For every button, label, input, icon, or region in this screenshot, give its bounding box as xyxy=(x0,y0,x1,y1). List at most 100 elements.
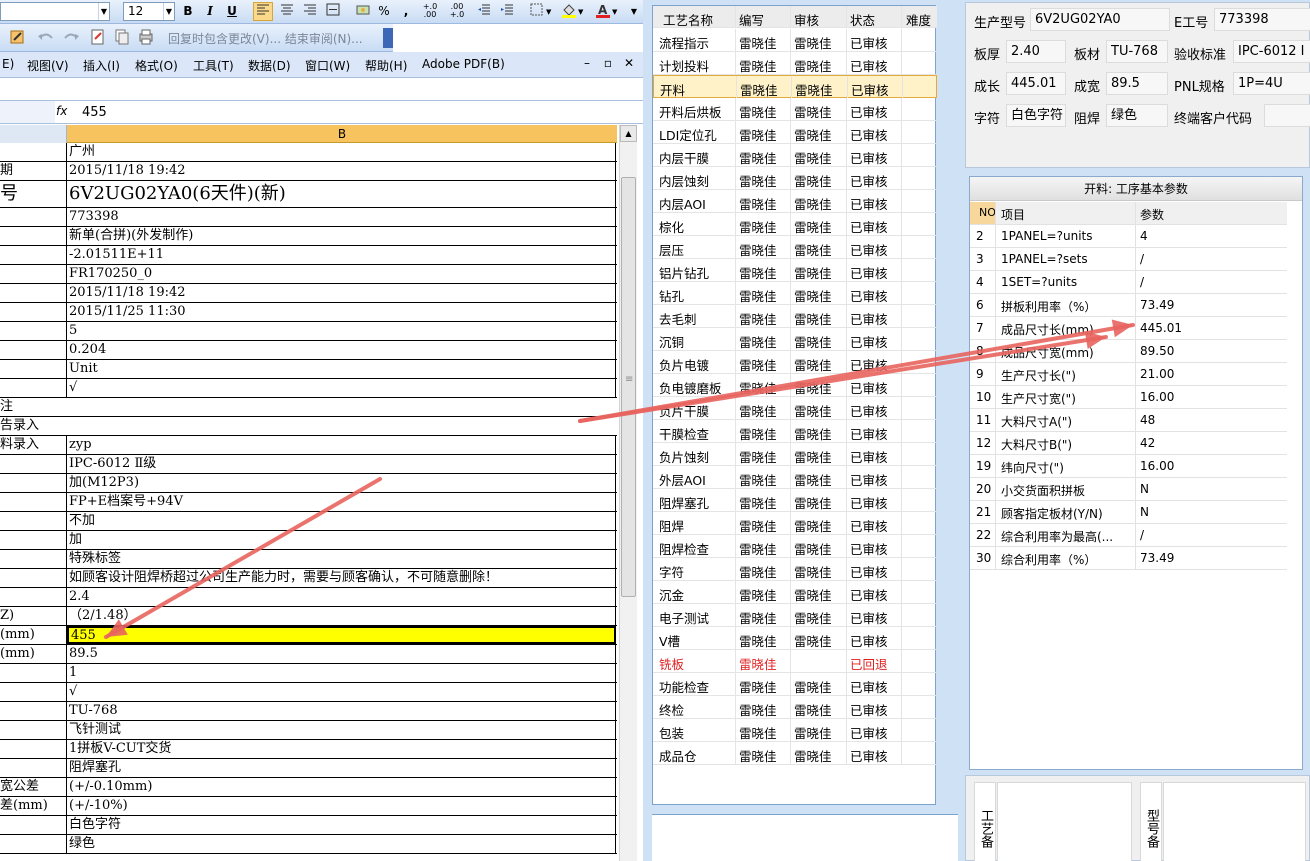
font-size-box[interactable]: 12 ▼ xyxy=(123,2,175,21)
close-icon[interactable]: ✕ xyxy=(622,56,636,70)
column-header[interactable]: NO xyxy=(979,206,996,219)
menu-help[interactable]: 帮助(H) xyxy=(365,57,407,74)
params-row[interactable]: 9 生产尺寸长(") 21.00 xyxy=(970,363,1287,386)
column-header[interactable]: 参数 xyxy=(1140,206,1164,223)
process-row[interactable]: 内层AOI 雷晓佳 雷晓佳 已审核 xyxy=(653,190,937,213)
italic-button[interactable]: I xyxy=(201,2,219,21)
cell-a[interactable] xyxy=(0,721,67,739)
cell-b[interactable]: 2015/11/18 19:42 xyxy=(67,284,616,302)
cell-a[interactable]: 告录入 xyxy=(0,417,617,435)
cell-a[interactable] xyxy=(0,474,67,492)
cell-a[interactable] xyxy=(0,379,67,397)
process-row[interactable]: 阻焊塞孔 雷晓佳 雷晓佳 已审核 xyxy=(653,489,937,512)
column-header[interactable]: 状态 xyxy=(850,10,875,29)
column-header[interactable]: 编写 xyxy=(739,10,764,29)
eno-field[interactable]: 773398 xyxy=(1214,8,1310,31)
cell-b[interactable]: zyp xyxy=(67,436,616,454)
params-row[interactable]: 4 1SET=?units / xyxy=(970,271,1287,294)
menu-edit[interactable]: E) xyxy=(2,57,14,71)
process-row[interactable]: 终检 雷晓佳 雷晓佳 已审核 xyxy=(653,696,937,719)
cell-b[interactable]: 飞针测试 xyxy=(67,721,616,739)
material-field[interactable]: TU-768 xyxy=(1106,40,1168,63)
menu-adobe-pdf[interactable]: Adobe PDF(B) xyxy=(422,57,505,71)
process-row[interactable]: 流程指示 雷晓佳 雷晓佳 已审核 xyxy=(653,29,937,52)
next-change-button[interactable] xyxy=(60,28,82,47)
restore-icon[interactable]: ▫ xyxy=(601,56,615,70)
cell-b[interactable]: IPC-6012 Ⅱ级 xyxy=(67,455,616,473)
cell-a[interactable] xyxy=(0,227,67,245)
process-row[interactable]: 计划投料 雷晓佳 雷晓佳 已审核 xyxy=(653,52,937,75)
cell-a[interactable] xyxy=(0,531,67,549)
borders-button[interactable]: ▼ xyxy=(528,2,556,21)
selected-cell[interactable]: 455 xyxy=(67,626,616,644)
percent-button[interactable]: % xyxy=(375,2,393,21)
scroll-up-icon[interactable]: ▲ xyxy=(620,125,637,142)
cell-b[interactable]: 阻焊塞孔 xyxy=(67,759,616,777)
params-row[interactable]: 22 综合利用率为最高(... / xyxy=(970,524,1287,547)
minimize-icon[interactable]: – xyxy=(580,56,594,70)
cell-b[interactable]: √ xyxy=(67,379,616,397)
cell-a[interactable] xyxy=(0,455,67,473)
cell-a[interactable]: Z) xyxy=(0,607,67,625)
cell-b[interactable]: TU-768 xyxy=(67,702,616,720)
cell-b[interactable]: 773398 xyxy=(67,208,616,226)
cell-a[interactable] xyxy=(0,835,67,853)
align-center-button[interactable] xyxy=(277,2,297,21)
cell-b[interactable]: 广州 xyxy=(67,143,616,161)
params-row[interactable]: 12 大料尺寸B(") 42 xyxy=(970,432,1287,455)
cell-a[interactable] xyxy=(0,816,67,834)
menu-insert[interactable]: 插入(I) xyxy=(83,57,120,74)
decrease-decimal-button[interactable]: .00 +.0 xyxy=(445,2,469,21)
toolbar-options-icon[interactable]: ▼ xyxy=(627,2,641,21)
cell-b[interactable]: （2/1.48） xyxy=(67,607,616,625)
bold-button[interactable]: B xyxy=(179,2,197,21)
cell-b[interactable]: Unit xyxy=(67,360,616,378)
process-row[interactable]: 去毛刺 雷晓佳 雷晓佳 已审核 xyxy=(653,305,937,328)
cell-b[interactable]: 1 xyxy=(67,664,616,682)
cell-b[interactable]: √ xyxy=(67,683,616,701)
cell-a[interactable] xyxy=(0,740,67,758)
cell-b[interactable]: 6V2UG02YA0(6天件)(新) xyxy=(67,181,616,207)
cell-a[interactable] xyxy=(0,702,67,720)
increase-decimal-button[interactable]: +.0 .00 xyxy=(418,2,442,21)
column-header[interactable]: 工艺名称 xyxy=(663,10,713,29)
decrease-indent-button[interactable] xyxy=(474,2,494,21)
formula-input[interactable]: 455 xyxy=(82,105,107,120)
cell-a[interactable] xyxy=(0,322,67,340)
params-row[interactable]: 3 1PANEL=?sets / xyxy=(970,248,1287,271)
cell-a[interactable] xyxy=(0,683,67,701)
cell-a[interactable] xyxy=(0,265,67,283)
cell-a[interactable]: (mm) xyxy=(0,645,67,663)
cell-b[interactable]: 加 xyxy=(67,531,616,549)
reply-with-changes-link[interactable]: 回复时包含更改(V)... 结束审阅(N)... xyxy=(168,30,363,47)
cell-b[interactable]: 0.204 xyxy=(67,341,616,359)
cell-a[interactable] xyxy=(0,208,67,226)
process-row[interactable]: 负电镀磨板 雷晓佳 雷晓佳 已审核 xyxy=(653,374,937,397)
cell-b[interactable]: 2.4 xyxy=(67,588,616,606)
process-row[interactable]: 内层干膜 雷晓佳 雷晓佳 已审核 xyxy=(653,144,937,167)
currency-button[interactable] xyxy=(353,2,373,21)
process-row[interactable]: 层压 雷晓佳 雷晓佳 已审核 xyxy=(653,236,937,259)
underline-button[interactable]: U xyxy=(223,2,241,21)
cell-a[interactable]: 期 xyxy=(0,162,67,180)
cell-b[interactable]: (+/-10%) xyxy=(67,797,616,815)
cell-b[interactable]: FR170250_0 xyxy=(67,265,616,283)
cell-a[interactable] xyxy=(0,512,67,530)
params-row[interactable]: 30 综合利用率（%） 73.49 xyxy=(970,547,1287,570)
track-changes-button[interactable] xyxy=(88,28,108,47)
process-row[interactable]: 字符 雷晓佳 雷晓佳 已审核 xyxy=(653,558,937,581)
font-color-button[interactable]: A ▼ xyxy=(593,2,623,21)
cell-a[interactable]: 差(mm) xyxy=(0,797,67,815)
cell-a[interactable]: (mm) xyxy=(0,626,67,644)
prev-change-button[interactable] xyxy=(34,28,58,47)
process-row[interactable]: 外层AOI 雷晓佳 雷晓佳 已审核 xyxy=(653,466,937,489)
cell-a[interactable] xyxy=(0,588,67,606)
process-row[interactable]: 内层蚀刻 雷晓佳 雷晓佳 已审核 xyxy=(653,167,937,190)
cell-a[interactable] xyxy=(0,550,67,568)
params-row[interactable]: 20 小交货面积拼板 N xyxy=(970,478,1287,501)
pnl-field[interactable]: 1P=4U xyxy=(1233,72,1310,95)
chevron-down-icon[interactable]: ▼ xyxy=(98,3,109,20)
cell-a[interactable] xyxy=(0,284,67,302)
cell-b[interactable]: 新单(合拼)(外发制作) xyxy=(67,227,616,245)
mask-field[interactable]: 绿色 xyxy=(1106,104,1168,127)
